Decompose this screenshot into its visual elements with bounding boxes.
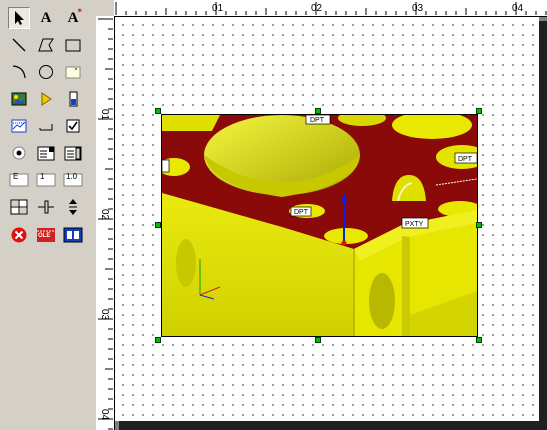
polygon-icon [38, 38, 54, 52]
slider-icon [38, 200, 54, 214]
image-tool-button[interactable] [8, 88, 30, 110]
ruler-left-label-4: 04 [99, 409, 110, 421]
resize-handle-top-left[interactable] [155, 108, 161, 114]
spin-button-tool-button[interactable] [62, 196, 84, 218]
resize-handle-top-right[interactable] [476, 108, 482, 114]
image-icon [11, 92, 27, 106]
cad-model-render: DPT DPT DPT PXTY [162, 115, 477, 336]
line-tool-button[interactable] [8, 34, 30, 56]
arc-icon [12, 65, 26, 79]
radio-tool-button[interactable] [8, 142, 30, 164]
groupbox-icon [39, 124, 53, 131]
resize-handle-top[interactable] [315, 108, 321, 114]
resize-handle-bottom[interactable] [315, 337, 321, 343]
combobox-icon [37, 146, 55, 161]
numeric-field-icon [36, 173, 56, 187]
grid-control-tool-button[interactable] [8, 196, 30, 218]
text-tool-button[interactable]: A [35, 7, 57, 29]
ellipse-icon [39, 65, 53, 79]
label-tool-button[interactable]: A * [62, 7, 84, 29]
activex-control-icon [63, 227, 83, 243]
edit-field-tool-button[interactable]: E [8, 169, 30, 191]
formatted-field-tool-button[interactable]: 1.0 [62, 169, 84, 191]
edit-field-label: E [13, 172, 19, 181]
bar-gauge-icon [69, 91, 78, 107]
rectangle-icon [65, 39, 81, 52]
ole-label: OLE [38, 233, 51, 239]
ruler-top-label-2: 02 [311, 3, 323, 14]
vertical-ruler[interactable]: 01 02 03 04 [96, 16, 115, 430]
ruler-corner [96, 0, 115, 17]
ruler-left-label-2: 02 [99, 209, 110, 221]
numeric-field-tool-button[interactable]: 1 [35, 169, 57, 191]
combobox-tool-button[interactable] [35, 142, 57, 164]
horizontal-ruler-ticks [115, 2, 547, 15]
groupbox-tool-button[interactable] [35, 115, 57, 137]
resize-handle-bottom-right[interactable] [476, 337, 482, 343]
ole-tool-button[interactable]: OLE [35, 224, 57, 246]
cad-model-picture[interactable]: DPT DPT DPT PXTY [161, 114, 478, 337]
tag-label-3: DPT [294, 209, 309, 216]
tag-label-4: PXTY [405, 221, 424, 228]
horizontal-ruler[interactable]: 01 02 03 04 [114, 0, 547, 17]
chart-tool-button[interactable] [8, 115, 30, 137]
chart-icon [11, 119, 27, 133]
ruler-top-label-1: 01 [212, 3, 224, 14]
formatted-field-label: 1.0 [66, 172, 78, 181]
page-shadow-bottom [119, 421, 547, 430]
frame-tool-button[interactable] [62, 61, 84, 83]
red-star-icon: * [77, 7, 83, 17]
pointer-tool-button[interactable] [8, 7, 30, 29]
play-icon [41, 92, 52, 106]
action-tool-button[interactable] [35, 88, 57, 110]
page-shadow-right [539, 21, 547, 430]
resize-handle-left[interactable] [155, 222, 161, 228]
edit-field-icon [9, 173, 29, 187]
activex-tool-button[interactable] [62, 224, 84, 246]
slider-tool-button[interactable] [35, 196, 57, 218]
grid-control-icon [10, 199, 28, 215]
toolbox: A A * E 1 1.0 OLE [0, 0, 97, 430]
resize-handle-right[interactable] [476, 222, 482, 228]
resize-handle-bottom-left[interactable] [155, 337, 161, 343]
line-icon [12, 38, 26, 52]
gauge-tool-button[interactable] [62, 88, 84, 110]
pointer-arrow-icon [15, 11, 24, 25]
numeric-field-label: 1 [40, 172, 45, 181]
ruler-top-label-4: 04 [512, 3, 524, 14]
ruler-left-label-1: 01 [99, 109, 110, 121]
checkbox-tool-button[interactable] [62, 115, 84, 137]
radio-button-icon [12, 146, 26, 160]
listbox-icon [64, 146, 82, 161]
ruler-top-label-3: 03 [412, 3, 424, 14]
frame-icon [65, 66, 81, 79]
rectangle-tool-button[interactable] [62, 34, 84, 56]
checkbox-icon [66, 119, 80, 133]
ellipse-tool-button[interactable] [35, 61, 57, 83]
tag-label-1: DPT [310, 117, 325, 124]
arc-tool-button[interactable] [8, 61, 30, 83]
listbox-tool-button[interactable] [62, 142, 84, 164]
polygon-tool-button[interactable] [35, 34, 57, 56]
text-tool-label: A [40, 9, 52, 26]
spin-arrows-icon [69, 199, 77, 215]
alarm-tool-button[interactable] [8, 224, 30, 246]
vertical-ruler-ticks [98, 18, 113, 430]
ruler-left-label-3: 03 [99, 309, 110, 321]
tag-label-2: DPT [458, 156, 473, 163]
red-x-circle-icon [11, 227, 27, 243]
